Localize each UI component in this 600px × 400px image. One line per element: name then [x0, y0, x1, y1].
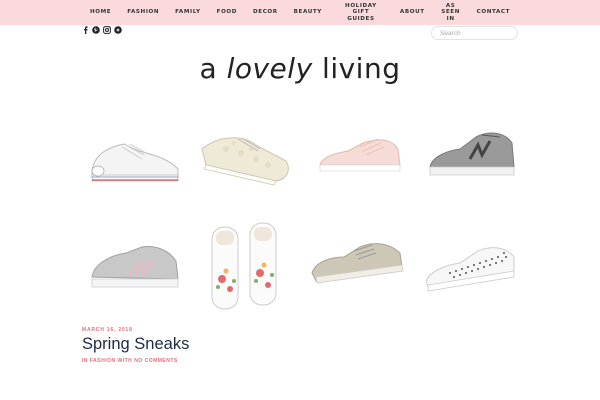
polka-dot-white-sneaker-image	[425, 247, 515, 292]
nav-item-home[interactable]: HOME	[82, 9, 119, 16]
nav-item-food[interactable]: FOOD	[209, 9, 245, 16]
social-links	[81, 26, 122, 34]
pinterest-icon[interactable]	[92, 26, 100, 34]
gallery-item-gray-adidas[interactable]	[84, 217, 184, 317]
gallery-item-pink-keds[interactable]	[308, 109, 408, 209]
post-meta: IN FASHION WITH NO COMMENTS	[82, 358, 178, 364]
logo-suffix: living	[322, 52, 401, 85]
nav-item-holiday-gift-guides[interactable]: HOLIDAY GIFT GUIDES	[330, 3, 392, 23]
logo-script: lovely	[226, 52, 313, 85]
lace-keds-sneaker-image	[201, 137, 289, 186]
instagram-icon[interactable]	[103, 26, 111, 34]
nav-item-decor[interactable]: DECOR	[245, 9, 286, 16]
post-comments-link[interactable]: NO COMMENTS	[134, 358, 178, 364]
logo-prefix: a	[199, 52, 218, 85]
sneaker-gallery	[84, 109, 520, 319]
post-title[interactable]: Spring Sneaks	[82, 335, 189, 354]
pink-keds-sneaker-image	[319, 138, 401, 172]
gallery-item-polka-dot-white[interactable]	[420, 217, 520, 317]
gallery-item-lace-keds[interactable]	[196, 109, 296, 209]
bloglovin-icon[interactable]	[114, 26, 122, 34]
post-meta-in: IN	[82, 358, 88, 364]
gallery-item-taupe-lace-up[interactable]	[308, 217, 408, 317]
post-date: MARCH 16, 2018	[82, 327, 133, 333]
nav-item-about[interactable]: ABOUT	[392, 9, 433, 16]
nav-item-family[interactable]: FAMILY	[167, 9, 209, 16]
site-logo[interactable]: a lovely living	[0, 52, 600, 85]
search-input[interactable]	[431, 26, 518, 40]
gray-adidas-sneaker-image	[91, 246, 179, 288]
nav-item-as-seen-in[interactable]: AS SEEN IN	[433, 3, 469, 23]
nav-item-fashion[interactable]: FASHION	[119, 9, 167, 16]
white-converse-sneaker-image	[91, 143, 179, 182]
gallery-item-floral-espadrille[interactable]	[196, 217, 296, 317]
facebook-icon[interactable]	[81, 26, 89, 34]
nav-item-contact[interactable]: CONTACT	[469, 9, 518, 16]
post-category-link[interactable]: FASHION	[90, 358, 116, 364]
gallery-item-white-converse[interactable]	[84, 109, 184, 209]
taupe-lace-up-sneaker-image	[311, 243, 404, 284]
floral-espadrille-slipon-image	[211, 222, 277, 310]
post-meta-with: WITH	[117, 358, 133, 364]
nav-item-beauty[interactable]: BEAUTY	[286, 9, 330, 16]
gray-new-balance-sneaker-image	[429, 132, 515, 176]
gallery-item-gray-new-balance[interactable]	[420, 109, 520, 209]
main-nav: HOME FASHION FAMILY FOOD DECOR BEAUTY HO…	[0, 0, 600, 25]
